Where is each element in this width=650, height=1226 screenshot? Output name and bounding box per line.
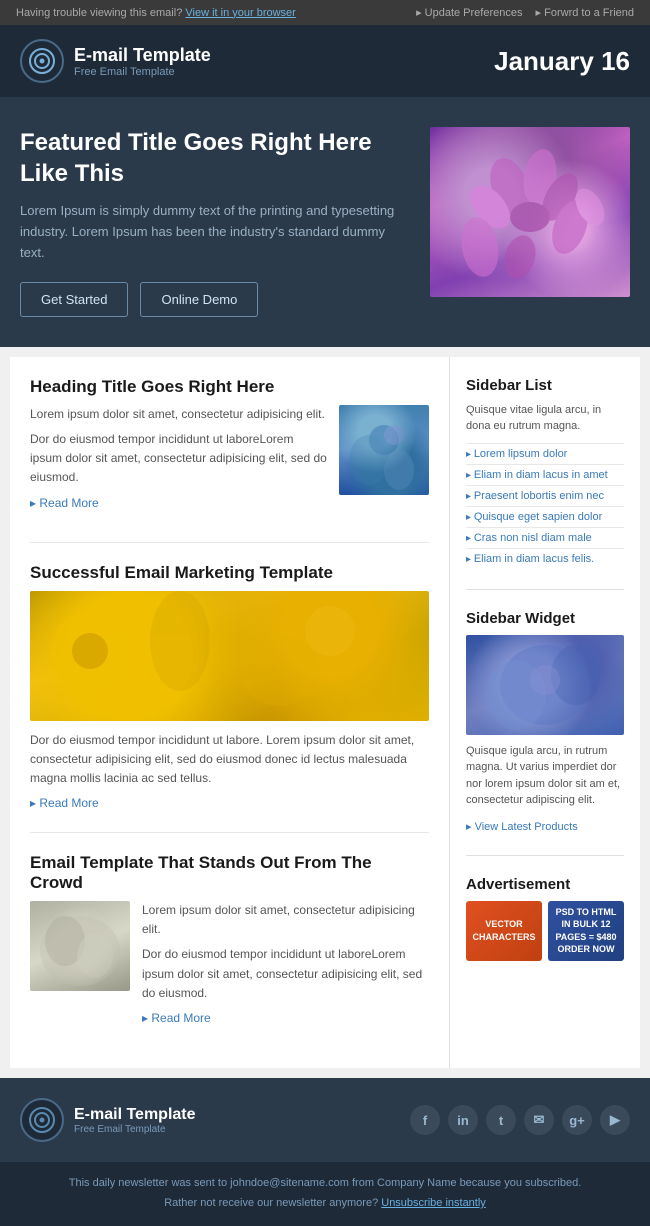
view-in-browser-link[interactable]: View it in your browser <box>185 7 295 19</box>
article-1-para2: Dor do eiusmod tempor incididunt ut labo… <box>30 430 327 488</box>
hero-title: Featured Title Goes Right Here Like This <box>20 127 410 189</box>
sidebar-widget-image-inner <box>466 635 624 735</box>
update-prefs-link[interactable]: Update Preferences <box>416 7 522 19</box>
article-1-image-inner <box>339 405 429 495</box>
footer-logo-icon <box>20 1098 64 1142</box>
article-3-image-inner <box>30 901 130 991</box>
footer-bottom-line2: Rather not receive our newsletter anymor… <box>20 1194 630 1214</box>
social-icons: f in t ✉ g+ ▶ <box>410 1105 630 1135</box>
facebook-icon[interactable]: f <box>410 1105 440 1135</box>
sidebar-list: Lorem lipsum dolor Eliam in diam lacus i… <box>466 443 624 569</box>
sidebar-list-desc: Quisque vitae ligula arcu, in dona eu ru… <box>466 402 624 435</box>
list-item-link[interactable]: Lorem lipsum dolor <box>474 448 568 460</box>
footer-bottom-text2: Rather not receive our newsletter anymor… <box>164 1197 378 1209</box>
footer-brand-sub: Free Email Template <box>74 1124 196 1135</box>
hero-body: Lorem Ipsum is simply dummy text of the … <box>20 201 410 263</box>
article-3-split: Lorem ipsum dolor sit amet, consectetur … <box>30 901 429 1028</box>
sidebar-widget-body: Quisque igula arcu, in rutrum magna. Ut … <box>466 743 624 809</box>
trouble-text: Having trouble viewing this email? View … <box>16 7 296 19</box>
article-1-para1: Lorem ipsum dolor sit amet, consectetur … <box>30 405 327 424</box>
ad-title: Advertisement <box>466 876 624 893</box>
list-item-link[interactable]: Praesent lobortis enim nec <box>474 490 604 502</box>
ad-1-text: VECTOR CHARACTERS <box>466 914 542 947</box>
list-item-link[interactable]: Eliam in diam lacus in amet <box>474 469 608 481</box>
footer-brand-name: E-mail Template <box>74 1106 196 1124</box>
brand-name: E-mail Template <box>74 45 211 66</box>
email-icon[interactable]: ✉ <box>524 1105 554 1135</box>
online-demo-button[interactable]: Online Demo <box>140 282 258 317</box>
list-item: Cras non nisl diam male <box>466 527 624 548</box>
list-item: Lorem lipsum dolor <box>466 443 624 464</box>
footer-bottom: This daily newsletter was sent to johndo… <box>0 1162 650 1226</box>
sidebar-view-link[interactable]: View Latest Products <box>466 821 578 833</box>
header: E-mail Template Free Email Template Janu… <box>0 25 650 97</box>
article-2-title: Successful Email Marketing Template <box>30 563 429 583</box>
main-wrapper: Heading Title Goes Right Here Lorem ipsu… <box>0 347 650 1078</box>
article-2-body: Dor do eiusmod tempor incididunt ut labo… <box>30 731 429 789</box>
article-2-image-inner <box>30 591 429 721</box>
sidebar-list-title: Sidebar List <box>466 377 624 394</box>
top-bar: Having trouble viewing this email? View … <box>0 0 650 25</box>
header-date: January 16 <box>494 46 630 77</box>
list-item-link[interactable]: Eliam in diam lacus felis. <box>474 553 594 565</box>
youtube-icon[interactable]: ▶ <box>600 1105 630 1135</box>
list-item-link[interactable]: Quisque eget sapien dolor <box>474 511 602 523</box>
ad-image-1: VECTOR CHARACTERS <box>466 901 542 961</box>
content-right: Sidebar List Quisque vitae ligula arcu, … <box>450 357 640 1068</box>
hero-buttons: Get Started Online Demo <box>20 282 410 317</box>
logo-area: E-mail Template Free Email Template <box>20 39 211 83</box>
list-item: Eliam in diam lacus felis. <box>466 548 624 569</box>
article-1: Heading Title Goes Right Here Lorem ipsu… <box>30 377 429 543</box>
article-1-read-more[interactable]: Read More <box>30 496 99 510</box>
hero-content: Featured Title Goes Right Here Like This… <box>20 127 410 317</box>
hero-image <box>430 127 630 297</box>
article-3-read-more[interactable]: Read More <box>142 1011 211 1025</box>
article-2: Successful Email Marketing Template Dor … <box>30 563 429 834</box>
hero-image-inner <box>430 127 630 297</box>
list-item: Quisque eget sapien dolor <box>466 506 624 527</box>
linkedin-icon[interactable]: in <box>448 1105 478 1135</box>
article-3-intro: Lorem ipsum dolor sit amet, consectetur … <box>142 901 429 939</box>
unsubscribe-link[interactable]: Unsubscribe instantly <box>381 1197 486 1209</box>
twitter-icon[interactable]: t <box>486 1105 516 1135</box>
article-3-image <box>30 901 130 991</box>
advertisement-section: Advertisement VECTOR CHARACTERS PSD TO H… <box>466 876 624 961</box>
list-item: Eliam in diam lacus in amet <box>466 464 624 485</box>
ad-2-text: PSD TO HTML IN BULK 12 PAGES = $480 ORDE… <box>548 902 624 960</box>
article-3-title: Email Template That Stands Out From The … <box>30 853 429 893</box>
sidebar-widget-image <box>466 635 624 735</box>
main-content: Heading Title Goes Right Here Lorem ipsu… <box>10 357 640 1068</box>
logo-text: E-mail Template Free Email Template <box>74 45 211 78</box>
article-1-title: Heading Title Goes Right Here <box>30 377 429 397</box>
footer-bottom-line1: This daily newsletter was sent to johndo… <box>20 1174 630 1194</box>
footer-logo: E-mail Template Free Email Template <box>20 1098 196 1142</box>
footer-logo-text: E-mail Template Free Email Template <box>74 1106 196 1135</box>
googleplus-icon[interactable]: g+ <box>562 1105 592 1135</box>
sidebar-list-section: Sidebar List Quisque vitae ligula arcu, … <box>466 377 624 590</box>
ad-image-2: PSD TO HTML IN BULK 12 PAGES = $480 ORDE… <box>548 901 624 961</box>
article-1-image <box>339 405 429 495</box>
article-2-image <box>30 591 429 721</box>
forward-link[interactable]: Forwrd to a Friend <box>536 7 634 19</box>
content-left: Heading Title Goes Right Here Lorem ipsu… <box>10 357 450 1068</box>
sidebar-widget-title: Sidebar Widget <box>466 610 624 627</box>
footer-main: E-mail Template Free Email Template f in… <box>0 1078 650 1162</box>
brand-sub: Free Email Template <box>74 66 211 78</box>
top-bar-right: Update Preferences Forwrd to a Friend <box>406 6 634 19</box>
hero-section: Featured Title Goes Right Here Like This… <box>0 97 650 347</box>
article-1-header: Lorem ipsum dolor sit amet, consectetur … <box>30 405 429 512</box>
article-3-text: Lorem ipsum dolor sit amet, consectetur … <box>142 901 429 1028</box>
article-3: Email Template That Stands Out From The … <box>30 853 429 1048</box>
ad-images: VECTOR CHARACTERS PSD TO HTML IN BULK 12… <box>466 901 624 961</box>
article-2-read-more[interactable]: Read More <box>30 796 99 810</box>
get-started-button[interactable]: Get Started <box>20 282 128 317</box>
list-item-link[interactable]: Cras non nisl diam male <box>474 532 592 544</box>
article-3-body: Dor do eiusmod tempor incididunt ut labo… <box>142 945 429 1003</box>
list-item: Praesent lobortis enim nec <box>466 485 624 506</box>
logo-icon <box>20 39 64 83</box>
sidebar-widget-section: Sidebar Widget Quisque igula arcu, in ru… <box>466 610 624 856</box>
